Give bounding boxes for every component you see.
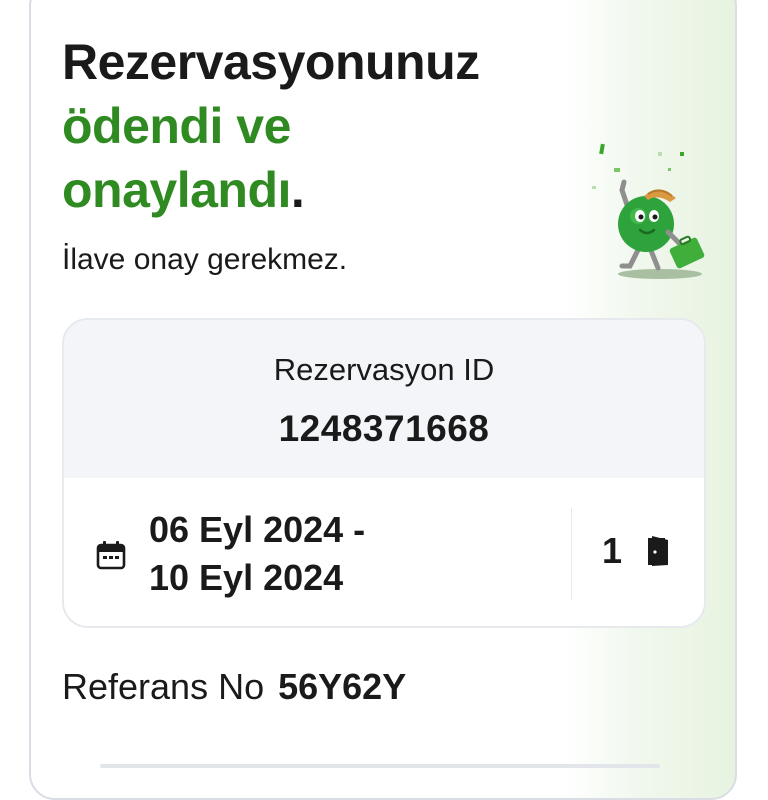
reservation-id-label: Rezervasyon ID [273, 352, 495, 387]
headline-line-2: ödendi ve [62, 98, 291, 154]
headline-period: . [290, 162, 305, 218]
headline-line-3: onaylandı. [62, 158, 582, 222]
no-extra-approval-text: İlave onay gerekmez. [62, 243, 348, 276]
reference-label: Referans No [62, 666, 265, 707]
reservation-info-card: Rezervasyon ID 1248371668 06 Eyl 2024 - … [62, 318, 706, 628]
details-divider [571, 508, 572, 600]
confirmation-headline: Rezervasyonunuz ödendi ve onaylandı. [62, 30, 582, 222]
reference-number-row: Referans No 56Y62Y [62, 666, 406, 708]
stay-details-section: 06 Eyl 2024 - 10 Eyl 2024 1 [64, 478, 704, 626]
headline-line-3-green: onaylandı [62, 162, 291, 218]
reference-value: 56Y62Y [278, 666, 407, 707]
headline-line-1: Rezervasyonunuz [62, 34, 480, 90]
check-in-date: 06 Eyl 2024 - [149, 509, 366, 550]
reservation-id-section: Rezervasyon ID 1248371668 [64, 320, 704, 478]
reservation-id-value: 1248371668 [278, 408, 490, 449]
door-icon [648, 536, 668, 566]
check-out-date: 10 Eyl 2024 [149, 557, 344, 598]
stay-dates: 06 Eyl 2024 - 10 Eyl 2024 [149, 506, 365, 602]
bottom-divider [100, 764, 660, 768]
calendar-icon [96, 541, 126, 570]
mascot-illustration [592, 143, 705, 279]
room-count: 1 [602, 530, 623, 571]
